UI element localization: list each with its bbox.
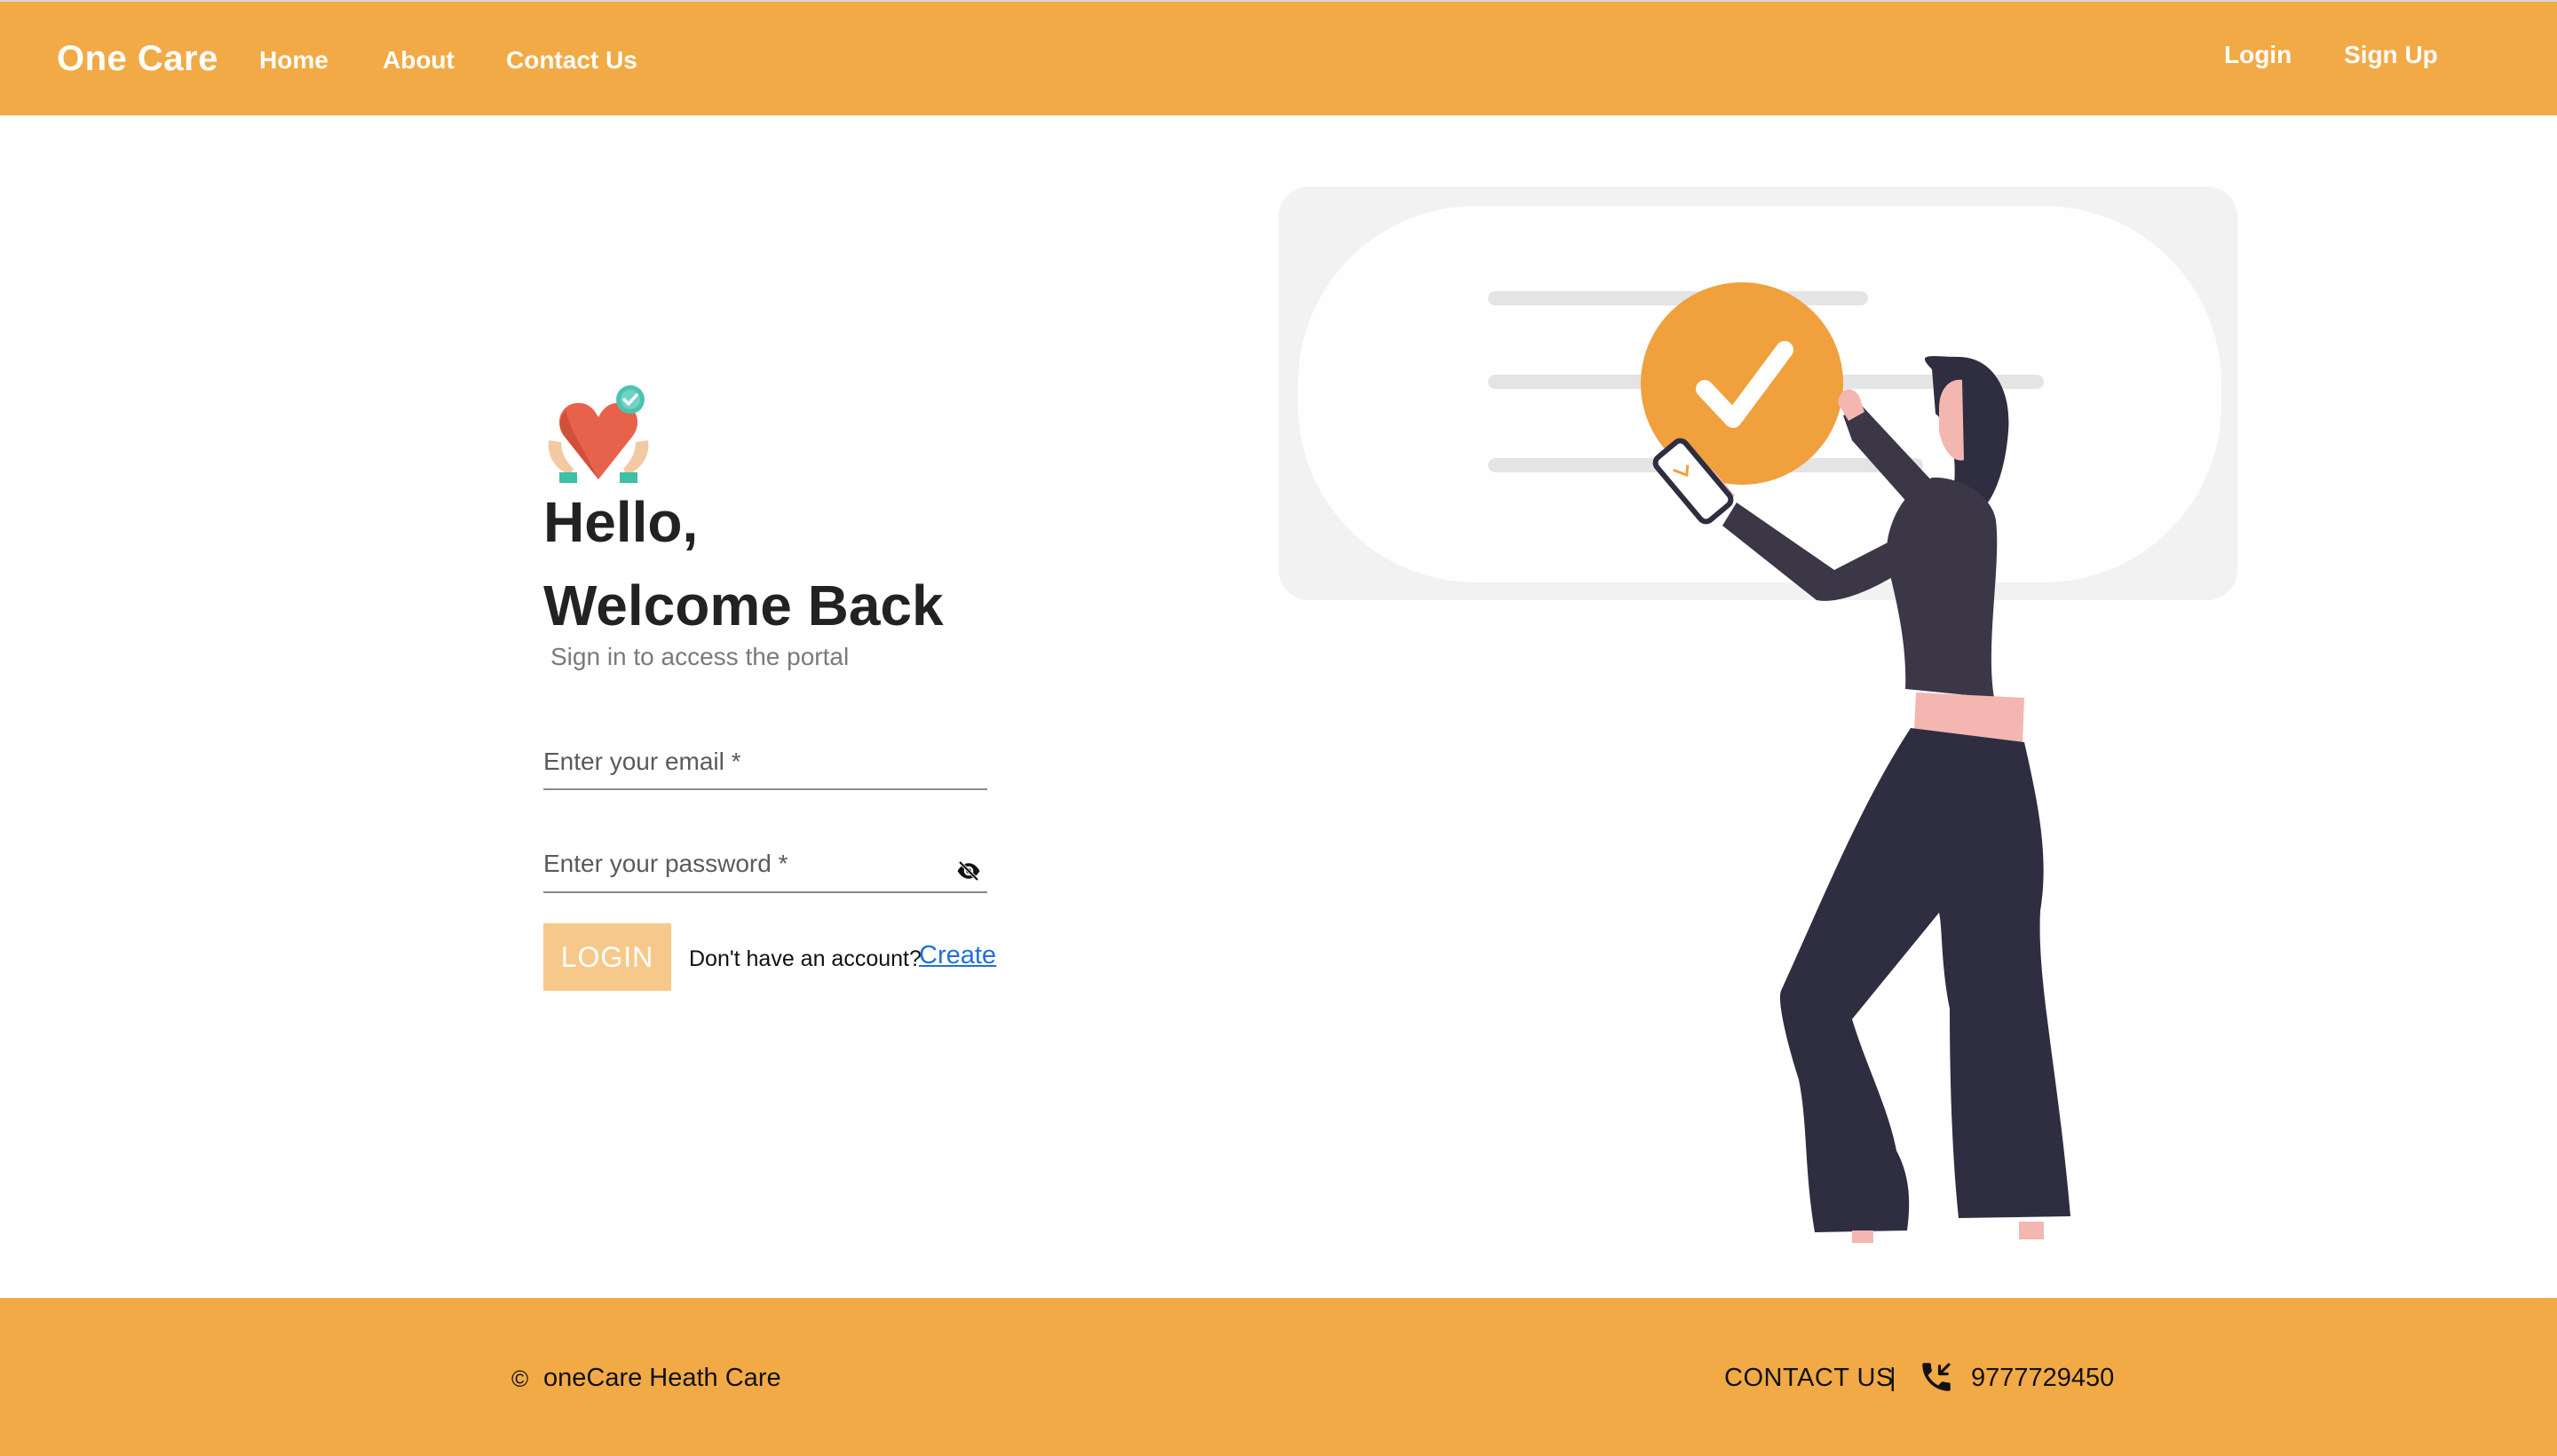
no-account-text: Don't have an account? bbox=[689, 946, 922, 971]
top-navbar: One Care Home About Contact Us Login Sig… bbox=[0, 0, 2557, 115]
page: One Care Home About Contact Us Login Sig… bbox=[0, 0, 2557, 1456]
password-input[interactable] bbox=[543, 845, 987, 891]
login-button[interactable]: LOGIN bbox=[543, 923, 671, 991]
nav-about-link[interactable]: About bbox=[383, 46, 455, 75]
welcome-heading: Welcome Back bbox=[543, 574, 944, 637]
eye-off-icon[interactable] bbox=[955, 858, 982, 884]
nav-signup-link[interactable]: Sign Up bbox=[2344, 41, 2438, 69]
login-subtitle: Sign in to access the portal bbox=[550, 643, 850, 670]
create-account-link[interactable]: Create bbox=[919, 941, 996, 970]
email-input[interactable] bbox=[543, 744, 987, 788]
footer-contact-label: CONTACT US bbox=[1724, 1364, 1894, 1392]
phone-incoming-icon bbox=[1918, 1358, 1955, 1396]
footer-separator: | bbox=[1889, 1364, 1896, 1392]
email-field bbox=[543, 744, 987, 790]
nav-home-link[interactable]: Home bbox=[259, 46, 329, 75]
copyright-symbol: © bbox=[511, 1365, 529, 1392]
footer-phone-number: 9777729450 bbox=[1971, 1364, 2115, 1392]
brand-logo[interactable]: One Care bbox=[57, 39, 218, 79]
nav-contact-link[interactable]: Contact Us bbox=[506, 46, 637, 75]
nav-login-link[interactable]: Login bbox=[2224, 41, 2292, 69]
hero-illustration bbox=[1275, 183, 2252, 1248]
copyright-text: oneCare Heath Care bbox=[543, 1364, 781, 1392]
greeting-heading: Hello, bbox=[543, 490, 699, 554]
heart-hands-icon bbox=[543, 384, 653, 487]
footer: © oneCare Heath Care CONTACT US | 977772… bbox=[0, 1298, 2557, 1456]
password-field bbox=[543, 845, 987, 893]
